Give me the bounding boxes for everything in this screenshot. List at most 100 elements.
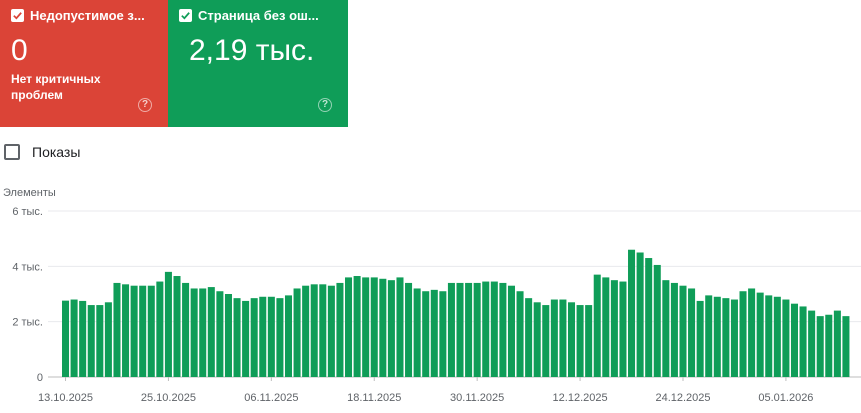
valid-checkbox[interactable] bbox=[179, 9, 192, 22]
chart-bar[interactable] bbox=[242, 300, 250, 377]
chart-bar[interactable] bbox=[147, 285, 155, 377]
chart-bar[interactable] bbox=[782, 299, 790, 377]
chart-bar[interactable] bbox=[164, 271, 172, 377]
chart-bar[interactable] bbox=[327, 285, 335, 377]
chart-bar[interactable] bbox=[713, 296, 721, 377]
chart-bar[interactable] bbox=[825, 314, 833, 377]
chart-bar[interactable] bbox=[216, 291, 224, 377]
chart-bar[interactable] bbox=[405, 282, 413, 377]
chart-bar[interactable] bbox=[636, 252, 644, 378]
chart-bar[interactable] bbox=[833, 310, 841, 377]
chart-bar[interactable] bbox=[645, 258, 653, 377]
chart-bar[interactable] bbox=[688, 288, 696, 377]
chart-bar[interactable] bbox=[276, 298, 284, 377]
chart-bar[interactable] bbox=[79, 300, 87, 377]
chart-bar[interactable] bbox=[585, 305, 593, 377]
chart-bar[interactable] bbox=[619, 281, 627, 377]
chart-bar[interactable] bbox=[799, 306, 807, 377]
chart-bar[interactable] bbox=[842, 316, 850, 377]
chart-bar[interactable] bbox=[447, 282, 455, 377]
chart-bar[interactable] bbox=[550, 299, 558, 377]
chart-bar[interactable] bbox=[516, 291, 524, 377]
chart-bar[interactable] bbox=[345, 277, 353, 377]
chart-bar[interactable] bbox=[507, 285, 515, 377]
chart-bar[interactable] bbox=[576, 305, 584, 377]
chart-bar[interactable] bbox=[748, 288, 756, 377]
chart-bar[interactable] bbox=[567, 302, 576, 377]
chart-bar[interactable] bbox=[379, 278, 387, 377]
chart-bar[interactable] bbox=[430, 289, 438, 377]
chart-bar[interactable] bbox=[62, 300, 70, 377]
chart-bar[interactable] bbox=[96, 305, 104, 377]
chart-bar[interactable] bbox=[156, 281, 164, 377]
chart-bar[interactable] bbox=[705, 295, 713, 377]
chart-bar[interactable] bbox=[224, 294, 232, 377]
chart-bar[interactable] bbox=[182, 282, 190, 377]
invalid-card[interactable]: Недопустимое з... 0 Нет критичных пробле… bbox=[0, 0, 168, 127]
chart-bar[interactable] bbox=[756, 292, 764, 377]
chart-bar[interactable] bbox=[336, 282, 344, 377]
chart-bar[interactable] bbox=[173, 276, 181, 377]
chart-bar[interactable] bbox=[139, 285, 147, 377]
chart-bar[interactable] bbox=[113, 282, 121, 377]
help-circle-icon[interactable]: ? bbox=[318, 98, 332, 112]
chart-bar[interactable] bbox=[87, 305, 95, 377]
chart-bar[interactable] bbox=[765, 295, 773, 377]
chart-bar[interactable] bbox=[559, 299, 567, 377]
chart-bar[interactable] bbox=[259, 296, 267, 377]
chart-bar[interactable] bbox=[233, 298, 241, 377]
chart-bar[interactable] bbox=[353, 276, 361, 377]
chart-bar[interactable] bbox=[593, 274, 601, 377]
chart-bar[interactable] bbox=[473, 282, 481, 377]
chart-bar[interactable] bbox=[739, 291, 747, 377]
chart-bar[interactable] bbox=[396, 277, 404, 377]
chart-bar[interactable] bbox=[790, 303, 798, 377]
chart-bar[interactable] bbox=[122, 284, 130, 377]
chart-bar[interactable] bbox=[696, 300, 704, 377]
chart-bar[interactable] bbox=[482, 281, 490, 377]
chart-bar[interactable] bbox=[653, 264, 661, 377]
chart-bar[interactable] bbox=[387, 280, 395, 377]
chart-bar[interactable] bbox=[413, 288, 421, 377]
chart-bar[interactable] bbox=[490, 281, 498, 377]
chart-bar[interactable] bbox=[773, 296, 781, 377]
chart-bar[interactable] bbox=[602, 277, 610, 377]
chart-bar[interactable] bbox=[722, 298, 730, 377]
chart-bar[interactable] bbox=[293, 288, 301, 377]
chart-bar[interactable] bbox=[130, 285, 138, 377]
chart-bar[interactable] bbox=[439, 291, 447, 377]
impressions-checkbox[interactable] bbox=[4, 144, 20, 160]
chart-bar[interactable] bbox=[816, 316, 824, 377]
chart-bar[interactable] bbox=[310, 284, 318, 377]
chart-bar[interactable] bbox=[808, 310, 816, 377]
chart-bar[interactable] bbox=[319, 284, 327, 377]
chart-bar[interactable] bbox=[542, 305, 550, 377]
valid-card[interactable]: Страница без ош... 2,19 тыс. ? bbox=[168, 0, 348, 127]
chart-bar[interactable] bbox=[610, 280, 618, 377]
chart-bar[interactable] bbox=[499, 282, 507, 377]
chart-bar[interactable] bbox=[679, 285, 687, 377]
impressions-toggle[interactable]: Показы bbox=[4, 144, 80, 160]
help-circle-icon[interactable]: ? bbox=[138, 98, 152, 112]
chart-bar[interactable] bbox=[670, 282, 678, 377]
chart-bar[interactable] bbox=[370, 277, 378, 377]
chart-bar[interactable] bbox=[525, 298, 533, 377]
chart-bar[interactable] bbox=[533, 302, 541, 377]
chart-bar[interactable] bbox=[362, 277, 370, 377]
chart-bar[interactable] bbox=[70, 299, 78, 377]
chart-bar[interactable] bbox=[422, 291, 430, 377]
chart-bar[interactable] bbox=[456, 282, 464, 377]
chart-bar[interactable] bbox=[250, 298, 258, 377]
chart-bar[interactable] bbox=[190, 288, 198, 377]
chart-bar[interactable] bbox=[199, 288, 207, 377]
invalid-checkbox[interactable] bbox=[11, 9, 24, 22]
chart-bar[interactable] bbox=[628, 249, 636, 377]
chart-bar[interactable] bbox=[284, 295, 293, 377]
chart-bar[interactable] bbox=[104, 302, 112, 377]
chart-bar[interactable] bbox=[730, 299, 738, 377]
chart-bar[interactable] bbox=[662, 280, 670, 377]
chart-bar[interactable] bbox=[302, 285, 310, 377]
chart-bar[interactable] bbox=[207, 287, 215, 377]
chart-bar[interactable] bbox=[465, 282, 473, 377]
chart-bar[interactable] bbox=[267, 296, 275, 377]
